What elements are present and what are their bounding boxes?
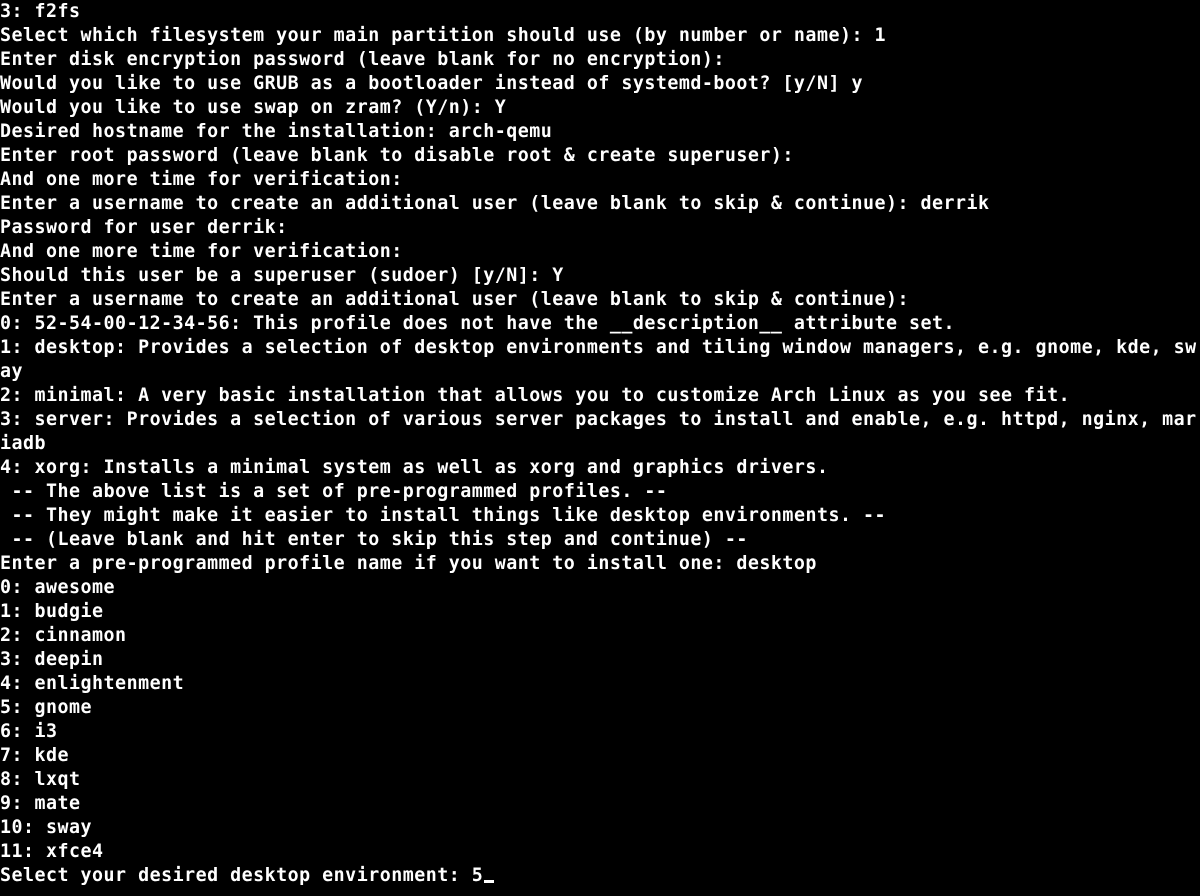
grub-bootloader-prompt: Would you like to use GRUB as a bootload… <box>0 73 863 94</box>
de-option-8-lxqt: 8: lxqt <box>0 769 81 790</box>
encryption-password-prompt: Enter disk encryption password (leave bl… <box>0 49 725 70</box>
additional-user-prompt: Enter a username to create an additional… <box>0 193 990 214</box>
profile-option-0: 0: 52-54-00-12-34-56: This profile does … <box>0 313 955 334</box>
de-option-6-i3: 6: i3 <box>0 721 58 742</box>
de-option-3-deepin: 3: deepin <box>0 649 104 670</box>
select-filesystem-prompt: Select which filesystem your main partit… <box>0 25 886 46</box>
de-option-1-budgie: 1: budgie <box>0 601 104 622</box>
de-option-2-cinnamon: 2: cinnamon <box>0 625 127 646</box>
de-option-10-sway: 10: sway <box>0 817 92 838</box>
cursor-icon <box>484 880 494 883</box>
swap-zram-prompt: Would you like to use swap on zram? (Y/n… <box>0 97 506 118</box>
profile-option-4-xorg: 4: xorg: Installs a minimal system as we… <box>0 457 828 478</box>
profile-option-1-desktop: 1: desktop: Provides a selection of desk… <box>0 337 1197 382</box>
user-password-verify-prompt: And one more time for verification: <box>0 241 403 262</box>
de-option-0-awesome: 0: awesome <box>0 577 115 598</box>
profile-hint-2: -- They might make it easier to install … <box>0 505 886 526</box>
profile-option-2-minimal: 2: minimal: A very basic installation th… <box>0 385 1070 406</box>
select-desktop-env-prompt: Select your desired desktop environment:… <box>0 865 483 886</box>
root-password-verify-prompt: And one more time for verification: <box>0 169 403 190</box>
de-option-5-gnome: 5: gnome <box>0 697 92 718</box>
superuser-prompt: Should this user be a superuser (sudoer)… <box>0 265 564 286</box>
de-option-7-kde: 7: kde <box>0 745 69 766</box>
profile-option-3-server: 3: server: Provides a selection of vario… <box>0 409 1197 454</box>
de-option-4-enlightenment: 4: enlightenment <box>0 673 184 694</box>
de-option-11-xfce4: 11: xfce4 <box>0 841 104 862</box>
hostname-prompt: Desired hostname for the installation: a… <box>0 121 552 142</box>
fs-option-line: 3: f2fs <box>0 1 81 22</box>
additional-user-prompt-2: Enter a username to create an additional… <box>0 289 909 310</box>
user-password-prompt: Password for user derrik: <box>0 217 288 238</box>
de-option-9-mate: 9: mate <box>0 793 81 814</box>
profile-hint-3: -- (Leave blank and hit enter to skip th… <box>0 529 748 550</box>
terminal-screen[interactable]: 3: f2fs Select which filesystem your mai… <box>0 0 1200 888</box>
profile-hint-1: -- The above list is a set of pre-progra… <box>0 481 667 502</box>
profile-name-prompt: Enter a pre-programmed profile name if y… <box>0 553 817 574</box>
root-password-prompt: Enter root password (leave blank to disa… <box>0 145 794 166</box>
